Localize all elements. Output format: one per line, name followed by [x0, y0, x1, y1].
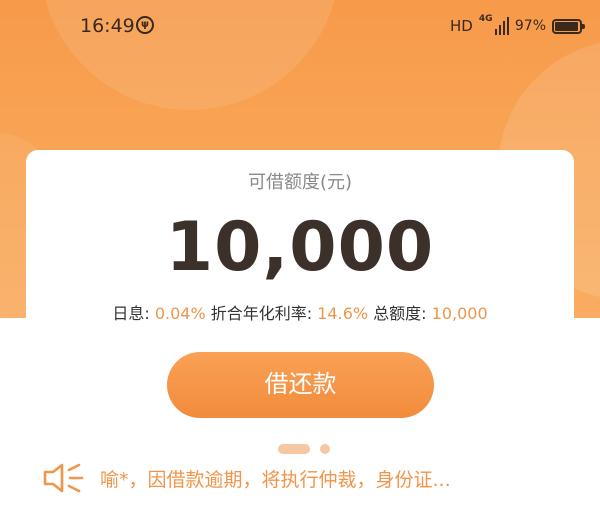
status-indicators: HD 4G 97% [450, 14, 585, 38]
credit-limit-amount: 10,000 [165, 208, 435, 287]
network-type: 4G [478, 14, 493, 24]
total-limit-label: 总额度: [373, 304, 427, 323]
battery-icon [552, 18, 585, 34]
speaker-icon [43, 463, 84, 493]
rate-info: 日息: 0.04% 折合年化利率: 14.6% 总额度: 10,000 [26, 300, 574, 324]
borrow-repay-button[interactable]: 借还款 [167, 352, 434, 418]
status-time: 16:49 [80, 15, 135, 37]
annual-rate-label: 折合年化利率: [210, 304, 313, 323]
signal-icon: 4G [478, 14, 509, 37]
battery-fill [555, 21, 579, 31]
carousel-dot[interactable] [320, 444, 330, 454]
battery-percent: 97% [514, 18, 546, 34]
credit-limit-label: 可借额度(元) [247, 172, 353, 193]
notice-text: 喻*，因借款逾期，将执行仲裁，身份证... [100, 468, 451, 491]
daily-rate-value: 0.04% [154, 304, 206, 323]
notice-bar[interactable]: 喻*，因借款逾期，将执行仲裁，身份证... [42, 460, 562, 496]
hd-indicator: HD [450, 17, 473, 35]
carousel-dot-active[interactable] [278, 444, 310, 454]
annual-rate-value: 14.6% [317, 304, 369, 323]
notification-icon: ψ [136, 16, 154, 34]
carousel-indicator [278, 444, 330, 454]
daily-rate-label: 日息: [112, 304, 150, 323]
total-limit-value: 10,000 [431, 304, 488, 323]
status-bar: 16:49 ψ HD 4G 97% [0, 0, 600, 52]
credit-card-panel: 可借额度(元) 10,000 日息: 0.04% 折合年化利率: 14.6% 总… [26, 150, 574, 512]
